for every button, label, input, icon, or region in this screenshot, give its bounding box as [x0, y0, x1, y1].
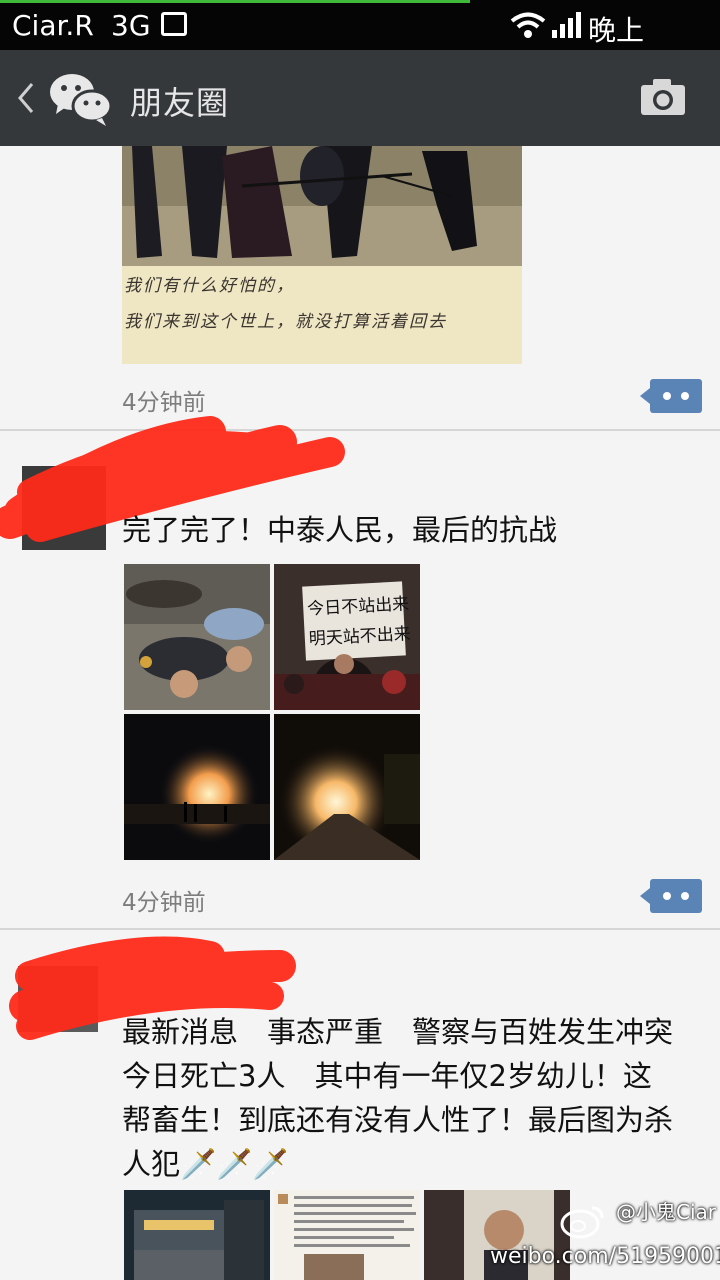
page-title: 朋友圈 — [130, 84, 230, 122]
building-night-photo — [124, 1190, 270, 1280]
victims-photo — [124, 564, 270, 710]
post-text: 完了完了！中泰人民，最后的抗战 — [122, 513, 558, 547]
post-text-line: 帮畜生！到底还有没有人性了！最后图为杀 — [122, 1103, 674, 1137]
chevron-left-icon[interactable] — [14, 76, 38, 120]
text-screenshot-photo — [274, 1190, 420, 1280]
moments-feed[interactable]: 我们有什么好怕的， 我们来到这个世上，就没打算活着回去 4分钟前 完了完了！中泰… — [0, 146, 720, 1280]
post-photo[interactable] — [124, 714, 270, 860]
cell-signal-icon — [552, 12, 581, 38]
image-caption-line: 我们来到这个世上，就没打算活着回去 — [124, 312, 447, 332]
wifi-icon — [510, 12, 546, 38]
image-caption: 我们有什么好怕的， 我们来到这个世上，就没打算活着回去 — [124, 268, 447, 340]
title-bar: 朋友圈 — [0, 50, 720, 146]
post-photo[interactable] — [274, 1190, 420, 1280]
sign-text: 今日不站出来 明天站不出来 — [306, 590, 412, 655]
network-type: 3G — [111, 9, 151, 42]
weibo-logo-icon — [560, 1206, 604, 1239]
comment-button[interactable] — [640, 879, 702, 913]
post-text-line: 今日死亡3人 其中有一年仅2岁幼儿！这 — [122, 1059, 652, 1093]
weibo-watermark: @小鬼Ciar weibo.com/519590012 — [490, 1196, 720, 1280]
wechat-logo-icon[interactable] — [48, 68, 112, 128]
post-photo[interactable]: 今日不站出来 明天站不出来 — [274, 564, 420, 710]
comment-button[interactable] — [640, 379, 702, 413]
camera-icon[interactable] — [640, 78, 686, 116]
status-progress-strip — [0, 0, 470, 3]
post-photo[interactable] — [124, 564, 270, 710]
post-image[interactable]: 我们有什么好怕的， 我们来到这个世上，就没打算活着回去 — [122, 146, 522, 364]
post-text-line: 最新消息 事态严重 警察与百姓发生冲突 — [122, 1015, 674, 1049]
post-photo[interactable] — [274, 714, 420, 860]
image-caption-line: 我们有什么好怕的， — [124, 276, 295, 296]
status-bar: Ciar.R 3G 晚上11:02 — [0, 0, 720, 82]
watermark-user: @小鬼Ciar — [616, 1200, 716, 1224]
post-photo[interactable] — [124, 1190, 270, 1280]
post-timestamp: 4分钟前 — [122, 890, 206, 916]
soldiers-photo — [122, 146, 522, 266]
post-text: 最新消息 事态严重 警察与百姓发生冲突 今日死亡3人 其中有一年仅2岁幼儿！这 … — [122, 1010, 673, 1186]
post-text-line: 人犯🗡️🗡️🗡️ — [122, 1147, 289, 1181]
watermark-url: weibo.com/519590012 — [490, 1244, 720, 1269]
image-notification-icon — [161, 12, 187, 36]
sign-text-line: 明天站不出来 — [308, 624, 412, 650]
carrier-label: Ciar.R — [12, 9, 94, 42]
fire-night-photo — [124, 714, 270, 860]
fire-road-photo — [274, 714, 420, 860]
